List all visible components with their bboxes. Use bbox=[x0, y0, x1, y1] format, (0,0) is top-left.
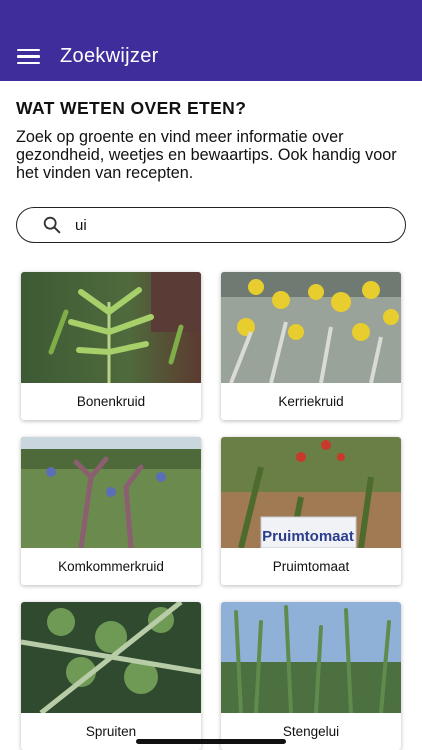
pruimtomaat-photo: Pruimtomaat bbox=[221, 437, 401, 548]
result-label: Bonenkruid bbox=[76, 394, 146, 409]
stengelui-photo bbox=[221, 602, 401, 713]
result-card-stengelui[interactable]: Stengelui bbox=[221, 602, 401, 750]
kerriekruid-photo bbox=[221, 272, 401, 383]
result-card-pruimtomaat[interactable]: Pruimtomaat Pruimtomaat bbox=[221, 437, 401, 585]
result-label: Stengelui bbox=[282, 724, 340, 739]
search-icon bbox=[43, 216, 61, 234]
result-label: Pruimtomaat bbox=[272, 559, 350, 574]
home-indicator[interactable] bbox=[136, 739, 286, 744]
menu-icon[interactable] bbox=[17, 46, 47, 68]
page-heading: WAT WETEN OVER ETEN? bbox=[16, 98, 247, 118]
result-label: Komkommerkruid bbox=[58, 559, 164, 574]
photo-sign-text: Pruimtomaat bbox=[262, 528, 354, 545]
main-content: WAT WETEN OVER ETEN? Zoek op groente en … bbox=[0, 81, 422, 750]
app-title: Zoekwijzer bbox=[60, 45, 159, 67]
result-label: Spruiten bbox=[85, 724, 137, 739]
result-card-kerriekruid[interactable]: Kerriekruid bbox=[221, 272, 401, 420]
bonenkruid-photo bbox=[21, 272, 201, 383]
komkommerkruid-photo bbox=[21, 437, 201, 548]
result-card-komkommerkruid[interactable]: Komkommerkruid bbox=[21, 437, 201, 585]
intro-text: Zoek op groente en vind meer informatie … bbox=[16, 128, 397, 182]
app-bar: Zoekwijzer bbox=[0, 32, 422, 81]
status-bar bbox=[0, 0, 422, 32]
spruiten-photo bbox=[21, 602, 201, 713]
result-label: Kerriekruid bbox=[278, 394, 344, 409]
result-card-bonenkruid[interactable]: Bonenkruid bbox=[21, 272, 201, 420]
search-input[interactable] bbox=[75, 216, 375, 234]
search-bar[interactable] bbox=[16, 207, 406, 243]
result-card-spruiten[interactable]: Spruiten bbox=[21, 602, 201, 750]
